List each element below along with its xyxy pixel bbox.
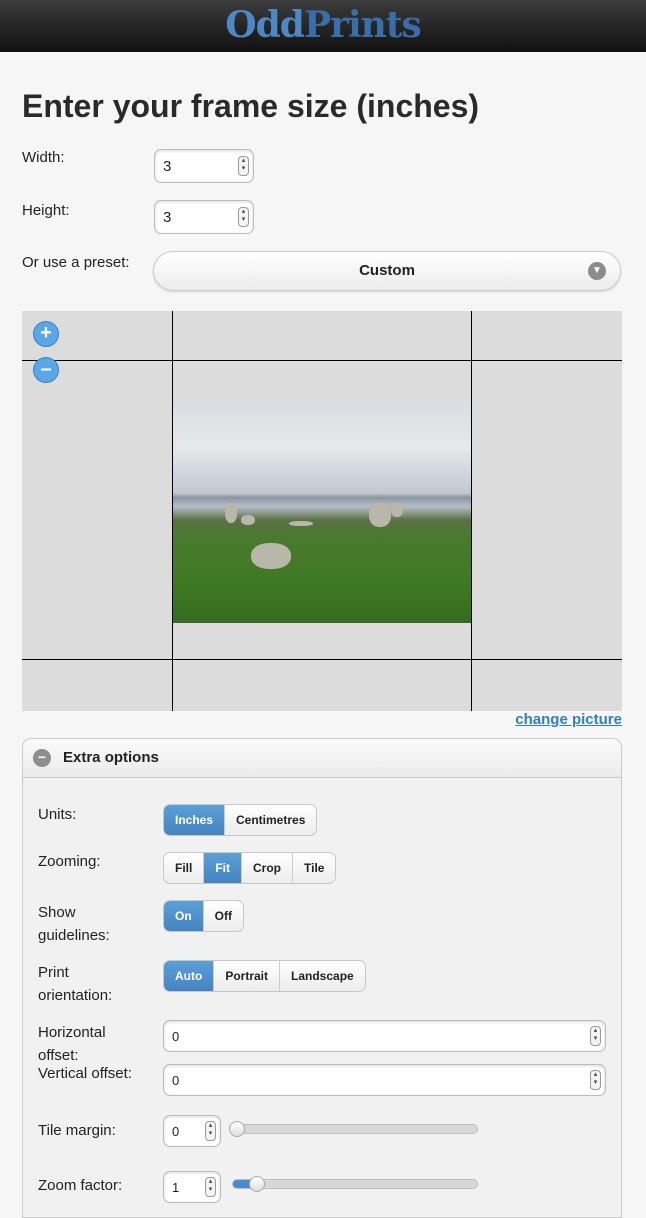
zooming-label: Zooming:: [38, 853, 101, 870]
zoom-factor-label: Zoom factor:: [38, 1177, 123, 1194]
photo-stone: [251, 543, 291, 569]
units-label: Units:: [38, 806, 77, 823]
height-label: Height:: [22, 202, 70, 219]
extra-options-panel: − Extra options Units: Inches Centimetre…: [22, 738, 622, 1218]
orientation-label: Print orientation:: [38, 964, 113, 1004]
width-label: Width:: [22, 149, 65, 166]
orientation-toggle: Auto Portrait Landscape: [163, 960, 366, 992]
guidelines-toggle: On Off: [163, 900, 244, 932]
tile-margin-slider[interactable]: [229, 1121, 478, 1137]
zooming-option-tile[interactable]: Tile: [292, 853, 335, 883]
chevron-down-icon: ▼: [588, 262, 606, 280]
horizontal-offset-spinner[interactable]: ▴ ▾: [590, 1026, 601, 1046]
zoom-out-button[interactable]: –: [33, 357, 59, 383]
photo-stone: [369, 503, 391, 527]
oddprints-logo[interactable]: OddPrints: [225, 3, 421, 47]
photo-stone: [391, 503, 403, 517]
horizontal-offset-input[interactable]: 0 ▴ ▾: [163, 1020, 606, 1052]
guidelines-label: Show guidelines:: [38, 904, 110, 944]
zooming-toggle: Fill Fit Crop Tile: [163, 852, 337, 884]
guideline-top: [22, 360, 622, 361]
vertical-offset-label: Vertical offset:: [38, 1065, 132, 1082]
width-spinner[interactable]: ▴ ▾: [238, 156, 249, 176]
change-picture-link[interactable]: change picture: [515, 711, 622, 728]
width-input[interactable]: 3 ▴ ▾: [154, 149, 254, 183]
units-option-centimetres[interactable]: Centimetres: [224, 805, 316, 835]
guideline-bottom: [22, 659, 622, 660]
photo-stone: [241, 515, 255, 525]
guideline-right: [471, 311, 472, 711]
tile-margin-label: Tile margin:: [38, 1122, 116, 1139]
zoom-factor-spinner[interactable]: ▴ ▾: [205, 1177, 216, 1197]
zooming-option-crop[interactable]: Crop: [241, 853, 292, 883]
tile-margin-spinner[interactable]: ▴ ▾: [205, 1121, 216, 1141]
horizontal-offset-label: Horizontal offset:: [38, 1024, 106, 1064]
preview-canvas[interactable]: + –: [22, 311, 622, 711]
photo-preview[interactable]: [173, 399, 471, 623]
zoom-factor-slider[interactable]: [232, 1176, 478, 1192]
orientation-option-auto[interactable]: Auto: [164, 961, 214, 991]
orientation-option-landscape[interactable]: Landscape: [279, 961, 365, 991]
zoom-in-button[interactable]: +: [33, 321, 59, 347]
tile-margin-slider-thumb[interactable]: [229, 1121, 245, 1137]
zooming-option-fill[interactable]: Fill: [164, 853, 203, 883]
page-title: Enter your frame size (inches): [22, 88, 480, 124]
vertical-offset-spinner[interactable]: ▴ ▾: [590, 1070, 601, 1090]
zoom-factor-slider-thumb[interactable]: [249, 1176, 265, 1192]
guidelines-option-on[interactable]: On: [164, 901, 203, 931]
units-toggle: Inches Centimetres: [163, 804, 318, 836]
orientation-option-portrait[interactable]: Portrait: [213, 961, 279, 991]
app-header: OddPrints: [0, 0, 646, 52]
tile-margin-input[interactable]: 0 ▴ ▾: [163, 1115, 221, 1147]
height-spinner[interactable]: ▴ ▾: [238, 207, 249, 227]
guidelines-option-off[interactable]: Off: [202, 901, 243, 931]
zooming-option-fit[interactable]: Fit: [203, 853, 242, 883]
photo-stone: [289, 521, 313, 526]
units-option-inches[interactable]: Inches: [164, 805, 225, 835]
height-input[interactable]: 3 ▴ ▾: [154, 200, 254, 234]
photo-stone: [225, 503, 237, 523]
vertical-offset-input[interactable]: 0 ▴ ▾: [163, 1064, 606, 1096]
preset-label: Or use a preset:: [22, 254, 130, 271]
preset-select[interactable]: Custom ▼: [153, 251, 621, 291]
extra-options-header[interactable]: − Extra options: [23, 739, 621, 778]
collapse-icon: −: [33, 749, 51, 767]
zoom-factor-input[interactable]: 1 ▴ ▾: [163, 1171, 221, 1203]
